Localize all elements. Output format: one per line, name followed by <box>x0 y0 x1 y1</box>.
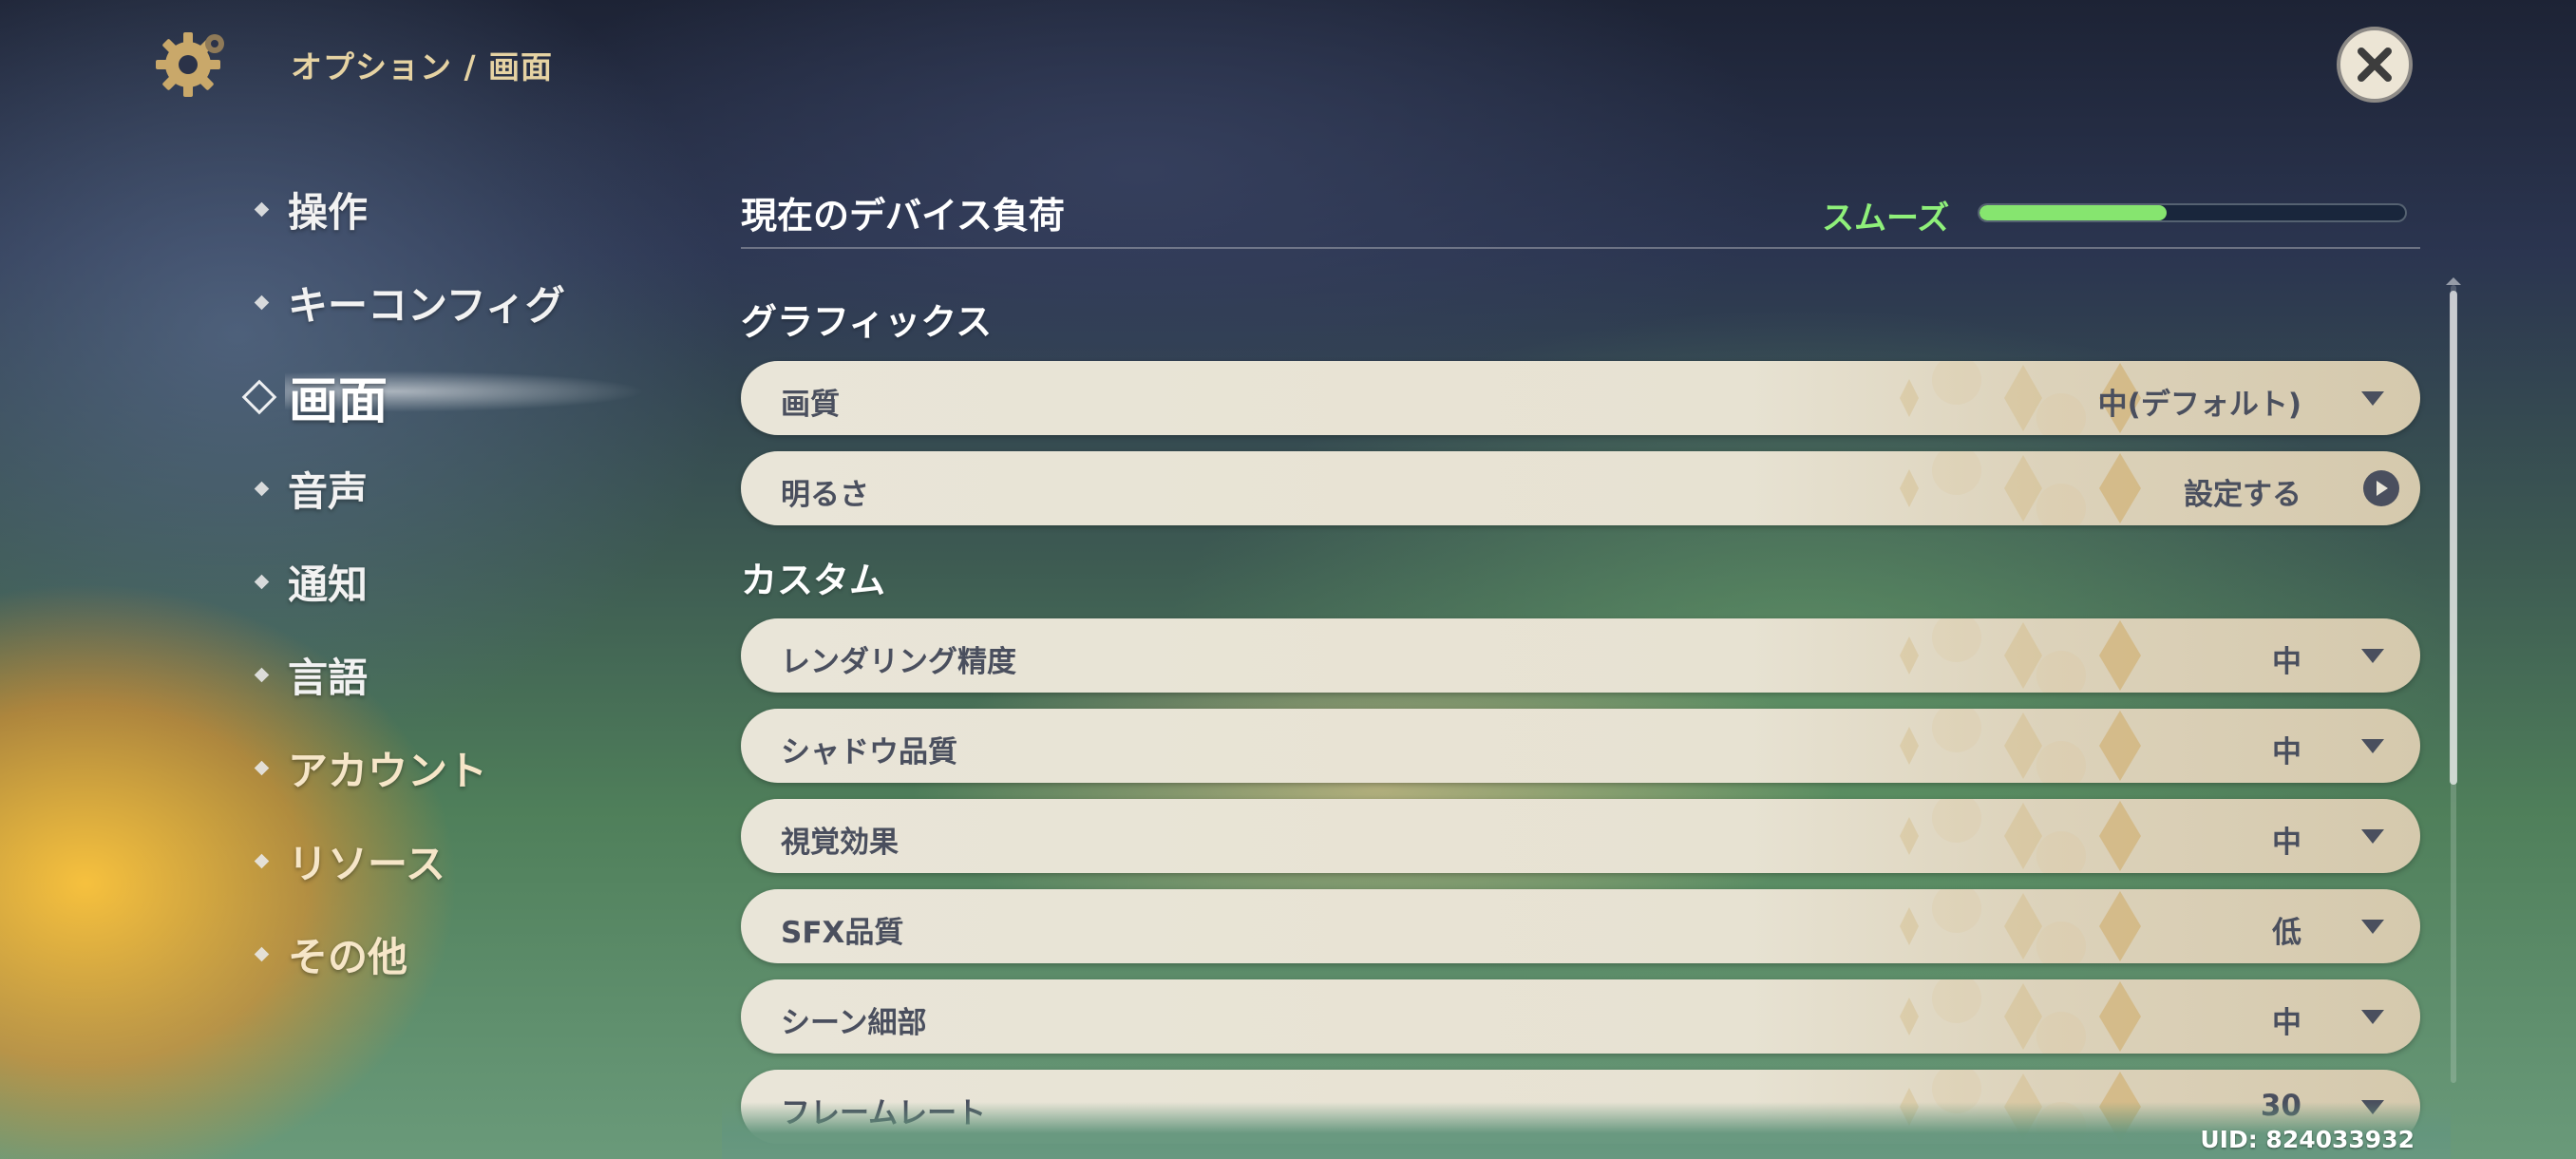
divider <box>741 247 2420 249</box>
sidebar-item-label: 通知 <box>288 561 369 608</box>
breadcrumb: オプション / 画面 <box>291 48 554 86</box>
diamond-icon <box>254 667 270 683</box>
setting-value: 中(デフォルト) <box>2097 388 2301 422</box>
arrow-right-icon <box>2363 470 2399 506</box>
sidebar-item-label: 操作 <box>288 189 369 236</box>
sidebar-item-label: 音声 <box>288 468 369 515</box>
diamond-icon <box>254 760 270 776</box>
sidebar-item-notifications[interactable]: 通知 <box>249 553 368 611</box>
sidebar-item-label: その他 <box>288 934 408 980</box>
caret-down-icon <box>2361 1010 2384 1024</box>
caret-down-icon <box>2361 829 2384 844</box>
sidebar-item-key-config[interactable]: キーコンフィグ <box>249 274 565 332</box>
diamond-icon <box>254 946 270 962</box>
sidebar-item-label: リソース <box>288 841 445 887</box>
setting-label: 画質 <box>781 388 840 422</box>
sidebar-item-label: キーコンフィグ <box>288 282 565 329</box>
diamond-icon <box>254 294 270 311</box>
sidebar-item-other[interactable]: その他 <box>249 925 407 983</box>
scroll-up-icon <box>2446 277 2461 285</box>
scrollbar-thumb[interactable] <box>2450 291 2457 785</box>
sidebar-item-resources[interactable]: リソース <box>249 832 445 890</box>
setting-row-render-resolution[interactable]: レンダリング精度 中 <box>741 618 2420 693</box>
close-icon <box>2358 48 2392 82</box>
star-ornament-icon <box>1900 709 2141 783</box>
diamond-outline-icon <box>241 379 277 414</box>
device-load-bar-fill <box>1979 205 2168 220</box>
sidebar-item-account[interactable]: アカウント <box>249 739 487 797</box>
diamond-icon <box>254 201 270 218</box>
setting-value: 中 <box>2272 1006 2301 1040</box>
setting-value: 中 <box>2272 826 2301 860</box>
setting-label: シーン細部 <box>781 1006 927 1040</box>
setting-value: 低 <box>2272 916 2301 950</box>
list-bottom-fade <box>722 1102 2451 1159</box>
star-ornament-icon <box>1900 889 2141 963</box>
star-ornament-icon <box>1900 799 2141 873</box>
star-ornament-icon <box>1900 451 2141 525</box>
sidebar-item-label: アカウント <box>288 748 488 794</box>
section-title-custom: カスタム <box>741 560 886 601</box>
setting-label: レンダリング精度 <box>781 645 1016 679</box>
diamond-icon <box>254 481 270 497</box>
setting-value: 中 <box>2272 735 2301 770</box>
sidebar-item-display[interactable]: 画面 <box>241 361 388 432</box>
sidebar-item-language[interactable]: 言語 <box>249 646 368 704</box>
setting-row-visual-effects[interactable]: 視覚効果 中 <box>741 799 2420 873</box>
diamond-icon <box>254 574 270 590</box>
caret-down-icon <box>2361 920 2384 934</box>
uid-label: UID: 824033932 <box>2200 1126 2415 1153</box>
star-ornament-icon <box>1900 618 2141 693</box>
setting-label: 視覚効果 <box>781 826 899 860</box>
setting-value: 中 <box>2272 645 2301 679</box>
setting-label: 明るさ <box>781 478 869 512</box>
sidebar-item-controls[interactable]: 操作 <box>249 180 368 238</box>
caret-down-icon <box>2361 739 2384 753</box>
caret-down-icon <box>2361 391 2384 406</box>
setting-label: SFX品質 <box>781 916 904 950</box>
sidebar-item-label: 言語 <box>288 655 369 701</box>
section-title-graphics: グラフィックス <box>741 301 993 343</box>
setting-row-scene-detail[interactable]: シーン細部 中 <box>741 979 2420 1054</box>
diamond-icon <box>254 853 270 869</box>
setting-row-brightness[interactable]: 明るさ 設定する <box>741 451 2420 525</box>
setting-row-graphics-quality[interactable]: 画質 中(デフォルト) <box>741 361 2420 435</box>
gear-icon <box>152 27 230 104</box>
setting-value: 設定する <box>2184 478 2301 512</box>
star-ornament-icon <box>1900 979 2141 1054</box>
device-load-status: スムーズ <box>1822 200 1950 238</box>
device-load-title: 現在のデバイス負荷 <box>741 195 1065 237</box>
sidebar-item-audio[interactable]: 音声 <box>249 460 368 518</box>
setting-row-shadow-quality[interactable]: シャドウ品質 中 <box>741 709 2420 783</box>
device-load-bar <box>1978 203 2407 222</box>
setting-label: シャドウ品質 <box>781 735 957 770</box>
close-button[interactable] <box>2337 27 2413 103</box>
sidebar-item-label: 画面 <box>289 373 388 430</box>
caret-down-icon <box>2361 649 2384 663</box>
setting-row-sfx-quality[interactable]: SFX品質 低 <box>741 889 2420 963</box>
